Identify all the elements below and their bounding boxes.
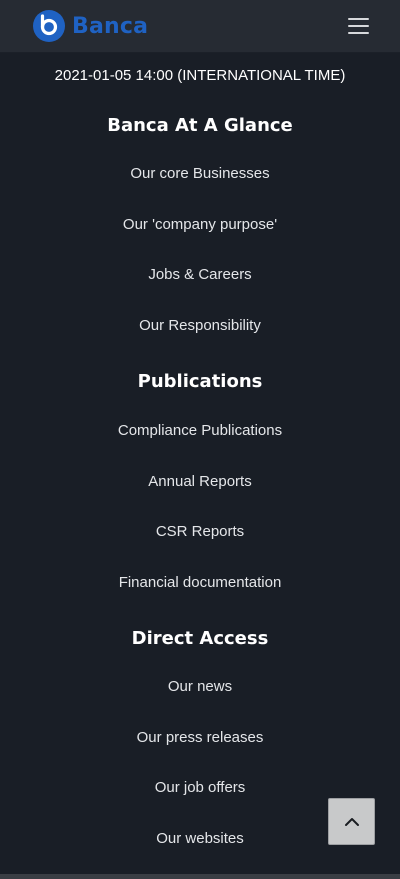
brand-logo[interactable]: Banca xyxy=(33,10,148,42)
section-heading-glance: Banca At A Glance xyxy=(107,115,293,136)
bottom-strip xyxy=(0,874,400,879)
brand-name: Banca xyxy=(72,13,149,39)
link-financial-documentation[interactable]: Financial documentation xyxy=(0,573,400,593)
link-company-purpose[interactable]: Our 'company purpose' xyxy=(0,215,400,235)
hamburger-menu-icon[interactable] xyxy=(346,14,373,38)
link-jobs-careers[interactable]: Jobs & Careers xyxy=(0,265,400,285)
link-job-offers[interactable]: Our job offers xyxy=(0,778,400,798)
back-to-top-button[interactable] xyxy=(328,798,375,845)
link-annual-reports[interactable]: Annual Reports xyxy=(0,472,400,492)
link-press-releases[interactable]: Our press releases xyxy=(0,728,400,748)
top-bar: Banca xyxy=(0,0,400,53)
link-our-news[interactable]: Our news xyxy=(0,677,400,697)
link-responsibility[interactable]: Our Responsibility xyxy=(0,316,400,336)
link-csr-reports[interactable]: CSR Reports xyxy=(0,522,400,542)
link-compliance-publications[interactable]: Compliance Publications xyxy=(0,421,400,441)
timestamp: 2021-01-05 14:00 (INTERNATIONAL TIME) xyxy=(54,67,346,84)
chevron-up-icon xyxy=(345,818,359,826)
section-heading-direct-access: Direct Access xyxy=(131,628,269,649)
link-core-businesses[interactable]: Our core Businesses xyxy=(0,164,400,184)
section-heading-publications: Publications xyxy=(137,371,263,392)
banca-logo-icon xyxy=(33,10,65,42)
